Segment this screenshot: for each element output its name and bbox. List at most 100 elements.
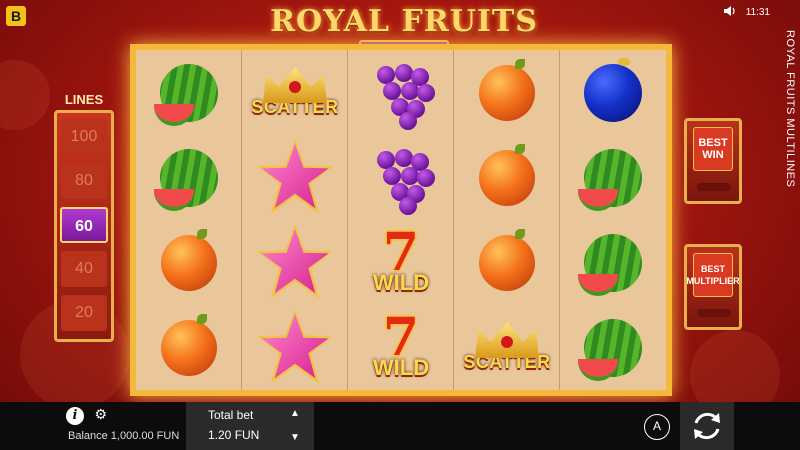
reel-cell xyxy=(136,135,242,220)
star-icon xyxy=(261,143,329,209)
lines-option-100[interactable]: 100 xyxy=(61,119,107,155)
reel-cell xyxy=(454,135,560,220)
grapes-symbol xyxy=(371,62,435,130)
watermelon-slice xyxy=(578,188,618,211)
reel-cell xyxy=(454,50,560,135)
best-win-button[interactable]: BEST WIN xyxy=(684,118,742,204)
orange-symbol xyxy=(479,58,535,121)
watermelon-symbol xyxy=(154,148,218,211)
reel-cell xyxy=(560,50,666,135)
grape xyxy=(383,166,401,185)
spin-button[interactable] xyxy=(680,402,734,450)
plum-symbol xyxy=(584,57,642,122)
crown-gem xyxy=(500,336,513,348)
grape xyxy=(377,150,395,169)
reel-cell: 7 WILD xyxy=(348,220,454,305)
watermelon-symbol xyxy=(578,233,642,296)
lines-option-20[interactable]: 20 xyxy=(61,295,107,331)
system-status: 11:31 xyxy=(723,6,770,19)
reel-cell xyxy=(560,305,666,390)
orange-symbol xyxy=(479,143,535,206)
best-win-slot xyxy=(697,183,731,191)
lines-option-40[interactable]: 40 xyxy=(61,251,107,287)
reel-cell xyxy=(560,220,666,305)
balance-text: Balance 1,000.00 FUN xyxy=(68,430,180,442)
reel-cell xyxy=(348,135,454,220)
autoplay-button[interactable]: A xyxy=(644,414,670,440)
reel-cell xyxy=(136,305,242,390)
best-multiplier-label: BEST MULTIPLIER xyxy=(686,253,740,297)
reel-cell: 7 WILD xyxy=(348,305,454,390)
reel-5 xyxy=(560,50,666,390)
clock-time: 11:31 xyxy=(745,7,770,18)
logo-title: ROYAL FRUITS xyxy=(270,4,538,39)
reel-cell xyxy=(348,50,454,135)
reel-cell: SCATTER xyxy=(242,50,348,135)
star-symbol xyxy=(257,309,333,384)
grape xyxy=(399,111,417,130)
game-title-vertical: ROYAL FRUITS MULTILINES xyxy=(784,30,796,188)
reel-cell xyxy=(136,220,242,305)
watermelon-slice xyxy=(154,188,194,211)
bokeh-light xyxy=(0,60,50,130)
reel-3: 7 WILD 7 WILD xyxy=(348,50,454,390)
reel-2: SCATTER xyxy=(242,50,348,390)
reel-cell xyxy=(560,135,666,220)
orange-symbol xyxy=(479,228,535,291)
lines-selector: 100 80 60 40 20 xyxy=(54,110,114,342)
reel-4: SCATTER xyxy=(454,50,560,390)
wild-label: WILD xyxy=(372,354,430,380)
grape xyxy=(417,83,435,102)
total-bet-label: Total bet xyxy=(208,408,254,422)
grape xyxy=(399,196,417,215)
grape xyxy=(383,81,401,100)
total-bet-value: 1.20 FUN xyxy=(208,428,260,442)
watermelon-symbol xyxy=(578,318,642,381)
grapes-symbol xyxy=(371,147,435,215)
lines-title: LINES xyxy=(64,92,104,107)
orange-symbol xyxy=(161,228,217,291)
grape xyxy=(417,168,435,187)
grape xyxy=(377,65,395,84)
reels-frame: SCATTER 7 WILD 7 WILD SCATTER xyxy=(130,44,672,396)
total-bet-panel: Total bet 1.20 FUN ▲ ▼ xyxy=(186,402,314,450)
info-icon[interactable]: i xyxy=(66,407,84,425)
bottom-bar: i ⚙ Balance 1,000.00 FUN Total bet 1.20 … xyxy=(0,402,800,450)
reel-cell xyxy=(242,220,348,305)
star-symbol xyxy=(257,139,333,214)
orange-symbol xyxy=(161,313,217,376)
watermelon-slice xyxy=(154,103,194,126)
crown-icon xyxy=(474,322,539,358)
reel-cell xyxy=(242,135,348,220)
watermelon-slice xyxy=(578,273,618,296)
scatter-symbol: SCATTER xyxy=(251,67,338,118)
best-multiplier-slot xyxy=(697,309,731,317)
reel-cell: SCATTER xyxy=(454,305,560,390)
wild-label: WILD xyxy=(372,269,430,295)
reel-cell xyxy=(242,305,348,390)
star-icon xyxy=(261,228,329,294)
wild-symbol: 7 WILD xyxy=(372,226,430,296)
lines-option-60-selected[interactable]: 60 xyxy=(60,207,108,243)
spin-icon xyxy=(694,412,720,440)
watermelon-symbol xyxy=(578,148,642,211)
speaker-icon[interactable] xyxy=(723,6,736,19)
bet-decrease-icon[interactable]: ▼ xyxy=(290,432,300,443)
watermelon-slice xyxy=(578,358,618,381)
lines-option-80[interactable]: 80 xyxy=(61,163,107,199)
wild-symbol: 7 WILD xyxy=(372,311,430,381)
brand-logo: B xyxy=(6,6,26,26)
bet-increase-icon[interactable]: ▲ xyxy=(290,408,300,419)
lines-panel: LINES 100 80 60 40 20 xyxy=(48,92,120,352)
watermelon-symbol xyxy=(154,63,218,126)
star-icon xyxy=(261,313,329,379)
crown-icon xyxy=(262,67,327,103)
star-symbol xyxy=(257,224,333,299)
reel-cell xyxy=(136,50,242,135)
best-win-label: BEST WIN xyxy=(693,127,733,171)
best-multiplier-button[interactable]: BEST MULTIPLIER xyxy=(684,244,742,330)
bottom-icons: i ⚙ xyxy=(66,406,107,425)
gear-icon[interactable]: ⚙ xyxy=(94,406,107,423)
scatter-symbol: SCATTER xyxy=(463,322,550,373)
crown-gem xyxy=(288,81,301,93)
